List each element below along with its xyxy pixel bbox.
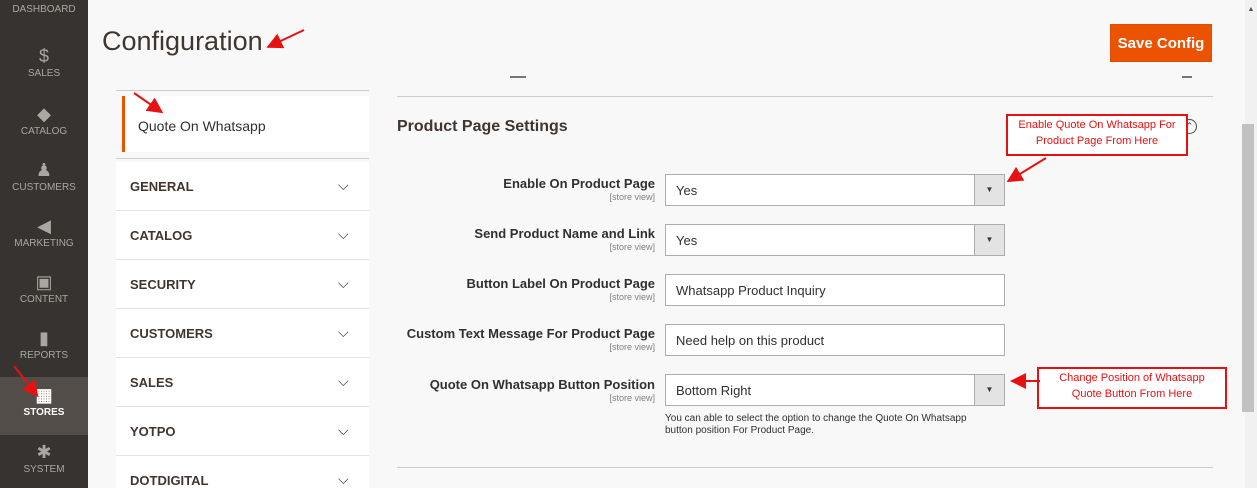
nav-system-label: SYSTEM xyxy=(23,464,65,475)
send-product-name-select[interactable]: Yes ▼ xyxy=(665,224,1005,256)
field-scope: [store view] xyxy=(609,242,655,252)
nav-marketing-label: MARKETING xyxy=(14,238,74,249)
select-value: Bottom Right xyxy=(676,383,752,398)
scroll-up-arrow-icon[interactable]: ▲ xyxy=(1245,6,1257,13)
chevron-down-icon: ⌵ xyxy=(338,275,349,291)
field-note: You can able to select the option to cha… xyxy=(665,413,967,436)
layout-icon: ▣ xyxy=(35,272,53,292)
cube-icon: ◆ xyxy=(37,104,51,124)
nav-reports[interactable]: ▮ REPORTS xyxy=(0,328,88,368)
field-scope: [store view] xyxy=(609,393,655,403)
nav-dashboard-label: DASHBOARD xyxy=(12,4,76,15)
nav-sales[interactable]: $ SALES xyxy=(0,46,88,86)
nav-marketing[interactable]: ◀ MARKETING xyxy=(0,216,88,256)
bar-chart-icon: ▮ xyxy=(39,328,49,348)
config-tabs: Quote On Whatsapp GENERAL ⌵ CATALOG ⌵ SE… xyxy=(116,76,369,488)
button-label-input[interactable]: Whatsapp Product Inquiry xyxy=(665,274,1005,306)
nav-sales-label: SALES xyxy=(27,68,61,79)
field-label-button-position: Quote On Whatsapp Button Position xyxy=(429,377,655,392)
dropdown-arrow-icon: ▼ xyxy=(974,375,1004,405)
dropdown-arrow-icon: ▼ xyxy=(974,175,1004,205)
chevron-down-icon: ⌵ xyxy=(338,471,349,487)
callout-position: Change Position of Whatsapp Quote Button… xyxy=(1037,367,1227,409)
nav-catalog[interactable]: ◆ CATALOG xyxy=(0,104,88,144)
person-icon: ♟ xyxy=(35,160,53,180)
chevron-down-icon: ⌵ xyxy=(338,324,349,340)
tab-quote-on-whatsapp-label: Quote On Whatsapp xyxy=(138,118,266,134)
nav-customers-label: CUSTOMERS xyxy=(12,182,76,193)
page-title: Configuration xyxy=(102,26,263,56)
page-header: Configuration Save Config xyxy=(88,0,1245,76)
dollar-icon: $ xyxy=(38,46,49,66)
tab-quote-on-whatsapp[interactable]: Quote On Whatsapp xyxy=(122,96,369,152)
input-value: Need help on this product xyxy=(676,333,825,348)
field-label-send-product-name: Send Product Name and Link xyxy=(474,226,655,241)
callout-enable: Enable Quote On Whatsapp For Product Pag… xyxy=(1006,114,1188,156)
nav-dashboard[interactable]: DASHBOARD xyxy=(0,0,88,24)
tab-group-label: DOTDIGITAL xyxy=(130,473,209,488)
tab-group-label: SECURITY xyxy=(130,277,196,292)
chevron-down-icon: ⌵ xyxy=(338,177,349,193)
input-value: Whatsapp Product Inquiry xyxy=(676,283,826,298)
nav-reports-label: REPORTS xyxy=(19,350,69,361)
megaphone-icon: ◀ xyxy=(37,216,51,236)
tab-group-general[interactable]: GENERAL ⌵ xyxy=(116,162,369,211)
tab-group-catalog[interactable]: CATALOG ⌵ xyxy=(116,211,369,260)
nav-customers[interactable]: ♟ CUSTOMERS xyxy=(0,160,88,200)
nav-system[interactable]: ✱ SYSTEM xyxy=(0,442,88,482)
select-value: Yes xyxy=(676,183,698,198)
save-config-button[interactable]: Save Config xyxy=(1110,24,1212,62)
nav-content-label: CONTENT xyxy=(19,294,69,305)
nav-stores-label: STORES xyxy=(23,407,65,418)
chevron-down-icon: ⌵ xyxy=(338,226,349,242)
tab-group-label: YOTPO xyxy=(130,424,176,439)
tab-group-label: GENERAL xyxy=(130,179,194,194)
button-position-select[interactable]: Bottom Right ▼ xyxy=(665,374,1005,406)
chevron-down-icon: ⌵ xyxy=(338,422,349,438)
nav-catalog-label: CATALOG xyxy=(20,126,68,137)
previous-section-fragment xyxy=(1182,74,1192,78)
field-label-enable-on-product-page: Enable On Product Page xyxy=(503,176,655,191)
tab-group-dotdigital[interactable]: DOTDIGITAL ⌵ xyxy=(116,456,369,488)
tab-group-security[interactable]: SECURITY ⌵ xyxy=(116,260,369,309)
gear-icon: ✱ xyxy=(36,442,52,462)
select-value: Yes xyxy=(676,233,698,248)
store-icon: ▦ xyxy=(35,385,53,405)
section-divider xyxy=(397,96,1213,97)
chevron-down-icon: ⌵ xyxy=(338,373,349,389)
tabs-divider xyxy=(116,158,369,159)
enable-on-product-page-select[interactable]: Yes ▼ xyxy=(665,174,1005,206)
dropdown-arrow-icon: ▼ xyxy=(974,225,1004,255)
custom-text-message-input[interactable]: Need help on this product xyxy=(665,324,1005,356)
previous-section-fragment xyxy=(510,74,526,78)
section-title: Product Page Settings xyxy=(397,118,568,135)
tab-group-customers[interactable]: CUSTOMERS ⌵ xyxy=(116,309,369,358)
admin-sidebar: DASHBOARD $ SALES ◆ CATALOG ♟ CUSTOMERS … xyxy=(0,0,88,488)
nav-stores[interactable]: ▦ STORES xyxy=(0,377,88,435)
tab-group-yotpo[interactable]: YOTPO ⌵ xyxy=(116,407,369,456)
field-scope: [store view] xyxy=(609,342,655,352)
field-label-custom-text-message: Custom Text Message For Product Page xyxy=(406,326,655,341)
field-scope: [store view] xyxy=(609,292,655,302)
tab-group-label: CATALOG xyxy=(130,228,193,243)
tab-group-label: SALES xyxy=(130,375,174,390)
field-scope: [store view] xyxy=(609,192,655,202)
tab-group-label: CUSTOMERS xyxy=(130,326,213,341)
tab-group-sales[interactable]: SALES ⌵ xyxy=(116,358,369,407)
field-label-button-label: Button Label On Product Page xyxy=(466,276,655,291)
tabs-divider xyxy=(116,90,369,91)
nav-content[interactable]: ▣ CONTENT xyxy=(0,272,88,312)
section-divider xyxy=(397,467,1213,468)
